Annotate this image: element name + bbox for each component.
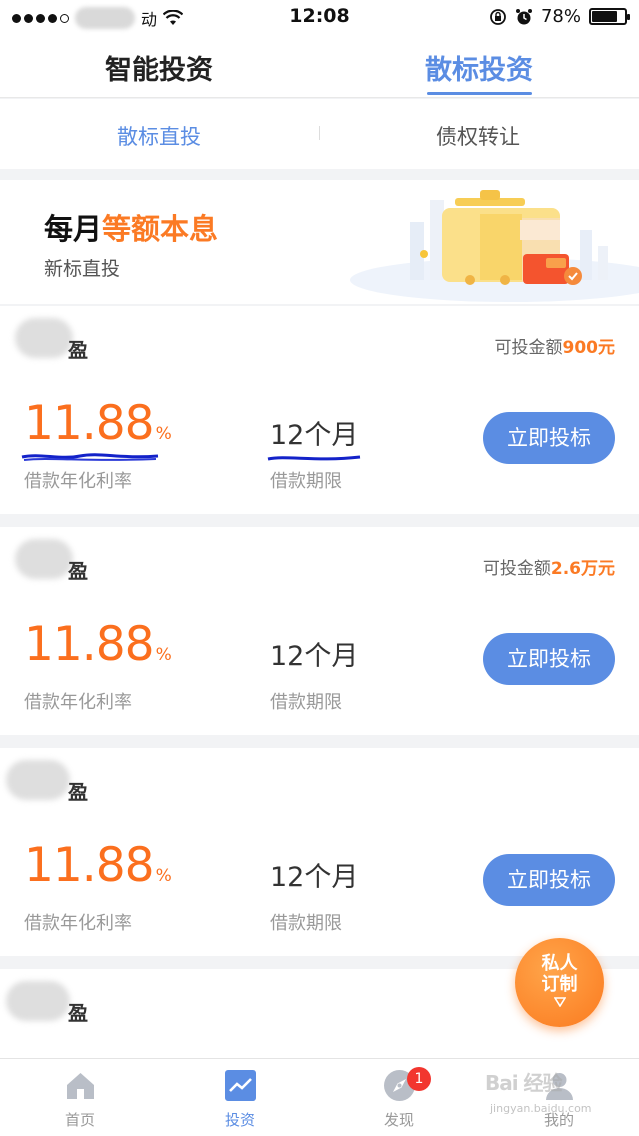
watermark-logo: Bai 经验 [485, 1071, 563, 1095]
interest-rate-unit: % [155, 424, 172, 444]
available-amount: 可投金额900元 [495, 333, 616, 358]
rate-label: 借款年化利率 [24, 913, 132, 934]
custom-plan-button[interactable]: 私人 订制 [515, 938, 604, 1027]
rate-label: 借款年化利率 [24, 692, 132, 713]
nav-discover[interactable]: 1 发现 [359, 1059, 439, 1136]
top-tabs: 智能投资 散标投资 [0, 34, 639, 98]
loan-name: 盈 [68, 780, 88, 804]
invest-now-button[interactable]: 立即投标 [483, 633, 615, 685]
tab-debt-transfer[interactable]: 债权转让 [436, 121, 520, 151]
available-value: 2.6万元 [550, 559, 615, 579]
banner-title: 每月等额本息 [44, 206, 218, 248]
nav-invest-label: 投资 [224, 1111, 255, 1129]
chart-icon [225, 1070, 256, 1101]
loan-term: 12个月 [270, 862, 359, 893]
loan-term: 12个月 [270, 641, 359, 672]
status-bar: 动 12:08 78% [0, 0, 639, 34]
scribble-annotation [267, 455, 361, 461]
invest-now-button[interactable]: 立即投标 [483, 854, 615, 906]
sub-tab-divider [319, 126, 320, 140]
interest-rate-unit: % [155, 866, 172, 886]
custom-plan-line2: 订制 [541, 974, 578, 995]
term-label: 借款期限 [270, 913, 342, 934]
treasure-chest-illustration [350, 190, 639, 302]
interest-rate: 11.88% [24, 617, 172, 672]
nav-home-label: 首页 [64, 1111, 95, 1129]
status-right: 78% [489, 6, 630, 27]
alarm-icon [515, 8, 532, 24]
available-label: 可投金额 [494, 338, 563, 358]
tab-smart-invest[interactable]: 智能投资 [105, 48, 213, 87]
sub-tabs: 散标直投 债权转让 [0, 99, 639, 169]
watermark-url: jingyan.baidu.com [490, 1102, 592, 1115]
available-amount: 可投金额2.6万元 [483, 554, 615, 579]
interest-rate-value: 11.88 [24, 617, 155, 672]
available-label: 可投金额 [482, 559, 551, 579]
notification-badge: 1 [407, 1067, 431, 1091]
scribble-annotation [21, 453, 159, 461]
battery-fill [592, 11, 617, 22]
rotation-lock-icon [490, 8, 506, 25]
interest-rate-value: 11.88 [24, 838, 155, 893]
promo-banner[interactable]: 每月等额本息 新标直投 [0, 180, 639, 304]
tab-direct-loans[interactable]: 散标直投 [117, 121, 201, 151]
interest-rate: 11.88% [24, 838, 172, 893]
interest-rate: 11.88% [24, 396, 172, 451]
banner-title-plain: 每月 [44, 212, 103, 246]
loan-card[interactable]: 盈 可投金额2.6万元 11.88% 借款年化利率 12个月 借款期限 立即投标 [0, 527, 639, 735]
chevron-down-icon [553, 997, 566, 1007]
loan-term: 12个月 [270, 420, 359, 451]
loan-card[interactable]: 盈 可投金额900元 11.88% 借款年化利率 12个月 借款期限 立即投标 [0, 306, 639, 514]
rate-label: 借款年化利率 [24, 471, 132, 492]
term-label: 借款期限 [270, 692, 342, 713]
battery-icon [589, 8, 630, 25]
interest-rate-unit: % [155, 645, 172, 665]
active-tab-indicator [427, 92, 532, 95]
term-label: 借款期限 [270, 471, 342, 492]
nav-invest[interactable]: 投资 [200, 1059, 280, 1136]
custom-plan-line1: 私人 [541, 953, 578, 974]
battery-percent: 78% [540, 6, 581, 27]
banner-subtitle: 新标直投 [44, 258, 121, 280]
loan-name: 盈 [68, 338, 88, 362]
loan-name: 盈 [68, 559, 88, 583]
loan-name-blur [6, 760, 70, 800]
banner-title-accent: 等额本息 [102, 212, 219, 246]
interest-rate-value: 11.88 [24, 396, 155, 451]
nav-home[interactable]: 首页 [40, 1059, 120, 1136]
loan-name: 盈 [68, 1001, 88, 1025]
invest-now-button[interactable]: 立即投标 [483, 412, 615, 464]
nav-discover-label: 发现 [383, 1111, 414, 1129]
loan-name-blur [6, 981, 70, 1021]
loan-card[interactable]: 盈 11.88% 借款年化利率 12个月 借款期限 立即投标 [0, 748, 639, 956]
available-value: 900元 [562, 338, 616, 358]
loan-name-blur [15, 539, 73, 579]
home-icon [67, 1073, 94, 1099]
tab-loan-invest[interactable]: 散标投资 [425, 48, 533, 87]
loan-name-blur [15, 318, 73, 358]
